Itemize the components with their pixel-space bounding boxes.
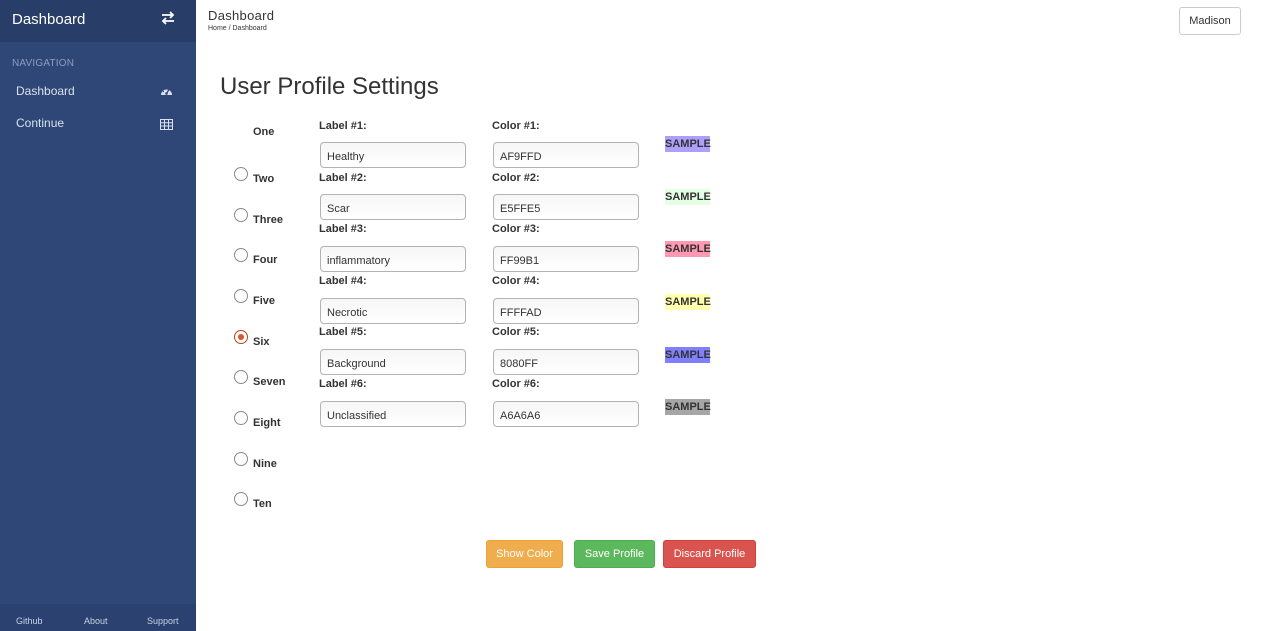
page-title: User Profile Settings xyxy=(220,73,439,100)
label-3-input[interactable] xyxy=(320,246,466,272)
radio-nine[interactable] xyxy=(234,452,248,466)
sidebar-title[interactable]: Dashboard xyxy=(12,11,85,28)
option-label-seven: Seven xyxy=(253,376,286,388)
sidebar: Dashboard NAVIGATION Dashboard Continue xyxy=(0,0,196,631)
color-1-title: Color #1: xyxy=(492,120,540,132)
swap-arrows-icon[interactable] xyxy=(159,9,177,27)
label-1-title: Label #1: xyxy=(319,120,367,132)
sample-swatch-4: SAMPLE xyxy=(665,294,711,310)
label-4-title: Label #4: xyxy=(319,275,367,287)
color-5-title: Color #5: xyxy=(492,326,540,338)
sample-swatch-5: SAMPLE xyxy=(665,347,711,363)
sidebar-item-dashboard[interactable]: Dashboard xyxy=(0,78,196,106)
option-label-four: Four xyxy=(253,254,278,266)
color-4-title: Color #4: xyxy=(492,275,540,287)
sidebar-item-label: Dashboard xyxy=(16,84,75,98)
support-link[interactable]: Support xyxy=(147,616,179,626)
radio-seven[interactable] xyxy=(234,370,248,384)
sidebar-item-continue[interactable]: Continue xyxy=(0,110,196,138)
label-2-input[interactable] xyxy=(320,194,466,220)
label-4-input[interactable] xyxy=(320,298,466,324)
nav-heading: NAVIGATION xyxy=(12,58,75,69)
label-6-input[interactable] xyxy=(320,401,466,427)
radio-ten[interactable] xyxy=(234,492,248,506)
color-3-title: Color #3: xyxy=(492,223,540,235)
label-5-input[interactable] xyxy=(320,349,466,375)
color-2-title: Color #2: xyxy=(492,172,540,184)
save-profile-button[interactable]: Save Profile xyxy=(574,540,655,568)
option-label-two: Two xyxy=(253,173,275,185)
option-label-nine: Nine xyxy=(253,458,277,470)
color-3-input[interactable] xyxy=(493,246,639,272)
sample-swatch-6: SAMPLE xyxy=(665,399,711,415)
sample-swatch-2: SAMPLE xyxy=(665,189,711,205)
option-label-eight: Eight xyxy=(253,417,281,429)
table-grid-icon xyxy=(160,117,173,130)
sample-swatch-3: SAMPLE xyxy=(665,241,711,257)
sidebar-header: Dashboard xyxy=(0,0,196,42)
option-label-six: Six xyxy=(253,336,270,348)
option-label-ten: Ten xyxy=(253,498,272,510)
color-1-input[interactable] xyxy=(493,142,639,168)
color-2-input[interactable] xyxy=(493,194,639,220)
breadcrumb[interactable]: Home / Dashboard xyxy=(208,25,267,32)
radio-two[interactable] xyxy=(234,167,248,181)
dashboard-gauge-icon xyxy=(160,85,173,98)
color-4-input[interactable] xyxy=(493,298,639,324)
sidebar-item-label: Continue xyxy=(16,116,65,130)
radio-six[interactable] xyxy=(234,330,248,344)
label-2-title: Label #2: xyxy=(319,172,367,184)
radio-three[interactable] xyxy=(234,208,248,222)
label-1-input[interactable] xyxy=(320,142,466,168)
sidebar-footer: Github About Support xyxy=(0,604,196,631)
color-6-title: Color #6: xyxy=(492,378,540,390)
sample-swatch-1: SAMPLE xyxy=(665,136,711,152)
radio-eight[interactable] xyxy=(234,411,248,425)
label-3-title: Label #3: xyxy=(319,223,367,235)
page-header-title: Dashboard xyxy=(208,8,275,23)
about-link[interactable]: About xyxy=(84,616,108,626)
label-5-title: Label #5: xyxy=(319,326,367,338)
discard-profile-button[interactable]: Discard Profile xyxy=(663,540,756,568)
radio-five[interactable] xyxy=(234,289,248,303)
option-label-five: Five xyxy=(253,295,276,307)
label-6-title: Label #6: xyxy=(319,378,367,390)
color-5-input[interactable] xyxy=(493,349,639,375)
color-6-input[interactable] xyxy=(493,401,639,427)
github-link[interactable]: Github xyxy=(16,616,43,626)
show-color-button[interactable]: Show Color xyxy=(486,540,563,568)
option-label-three: Three xyxy=(253,214,283,226)
radio-four[interactable] xyxy=(234,248,248,262)
user-menu-button[interactable]: Madison xyxy=(1179,7,1241,35)
option-label-one: One xyxy=(253,126,275,138)
